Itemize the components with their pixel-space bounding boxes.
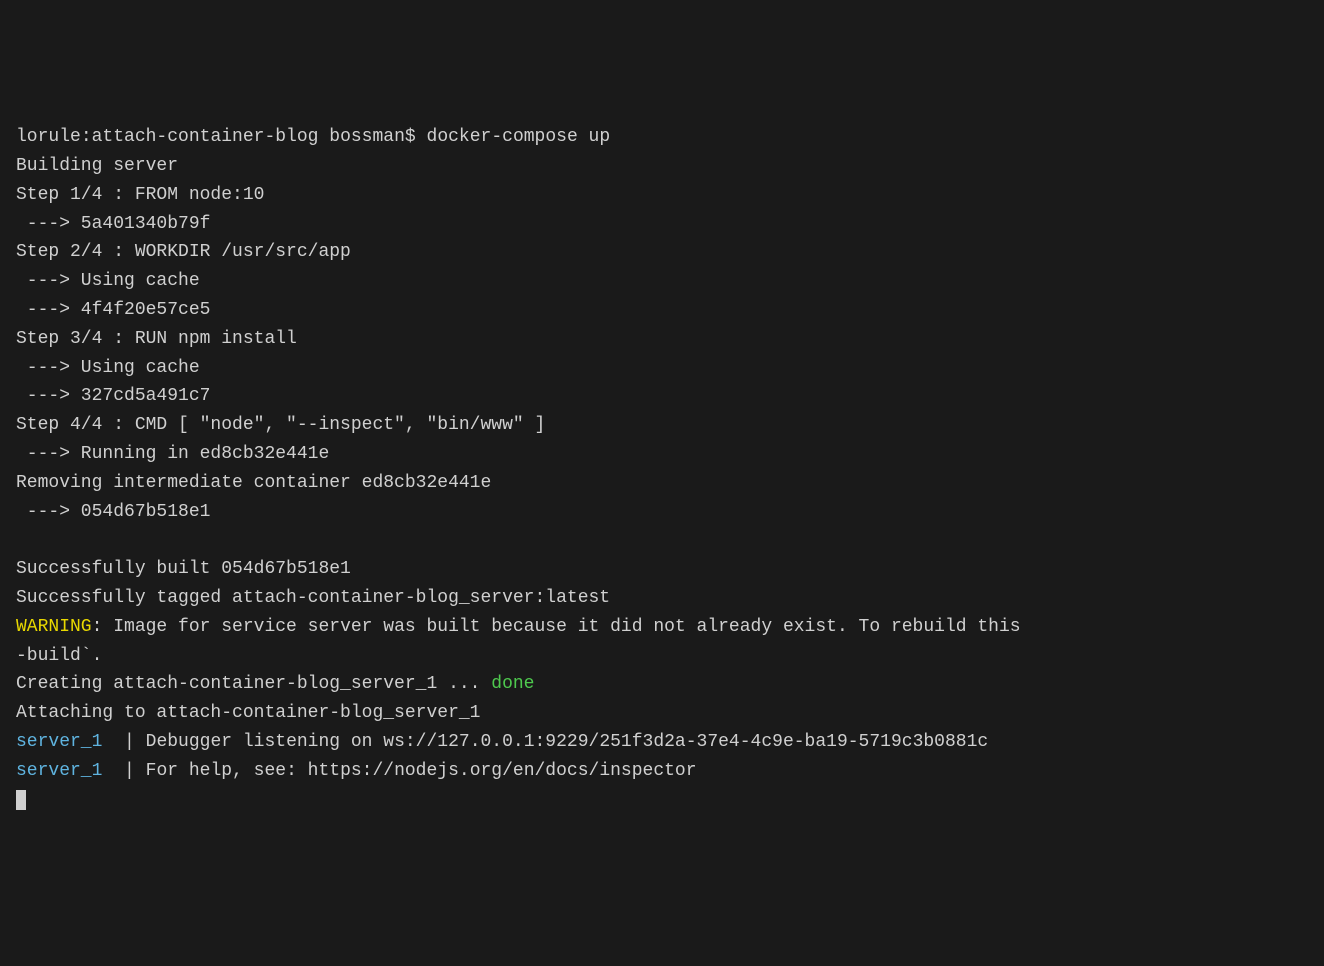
- warning-line: WARNING: Image for service server was bu…: [16, 613, 1308, 642]
- log-line-2: server_1 | For help, see: https://nodejs…: [16, 757, 1308, 786]
- prompt-symbol: $: [405, 127, 416, 147]
- log-separator: |: [102, 732, 145, 752]
- attaching-line: Attaching to attach-container-blog_serve…: [16, 699, 1308, 728]
- prompt-host: lorule: [16, 127, 81, 147]
- build-step-3: Step 3/4 : RUN npm install: [16, 325, 1308, 354]
- creating-status: done: [491, 674, 534, 694]
- prompt-line: lorule:attach-container-blog bossman$ do…: [16, 123, 1308, 152]
- build-step-3-result: ---> 327cd5a491c7: [16, 382, 1308, 411]
- log-message: For help, see: https://nodejs.org/en/doc…: [146, 761, 697, 781]
- service-label: server_1: [16, 732, 102, 752]
- build-step-2-result: ---> 4f4f20e57ce5: [16, 296, 1308, 325]
- warning-message: : Image for service server was built bec…: [92, 617, 1032, 637]
- build-step-2: Step 2/4 : WORKDIR /usr/src/app: [16, 238, 1308, 267]
- build-step-4: Step 4/4 : CMD [ "node", "--inspect", "b…: [16, 411, 1308, 440]
- prompt-path: attach-container-blog: [92, 127, 319, 147]
- warning-prefix: WARNING: [16, 617, 92, 637]
- prompt-user: bossman: [329, 127, 405, 147]
- creating-line: Creating attach-container-blog_server_1 …: [16, 670, 1308, 699]
- build-step-4-running: ---> Running in ed8cb32e441e: [16, 440, 1308, 469]
- success-built: Successfully built 054d67b518e1: [16, 555, 1308, 584]
- success-tagged: Successfully tagged attach-container-blo…: [16, 584, 1308, 613]
- warning-continuation: -build`.: [16, 642, 1308, 671]
- log-separator: |: [102, 761, 145, 781]
- build-step-1-result: ---> 5a401340b79f: [16, 210, 1308, 239]
- build-step-4-removing: Removing intermediate container ed8cb32e…: [16, 469, 1308, 498]
- build-step-1: Step 1/4 : FROM node:10: [16, 181, 1308, 210]
- build-step-2-cache: ---> Using cache: [16, 267, 1308, 296]
- blank-line: [16, 526, 1308, 555]
- terminal-output[interactable]: lorule:attach-container-blog bossman$ do…: [16, 123, 1308, 814]
- terminal-cursor: [16, 790, 26, 810]
- build-step-3-cache: ---> Using cache: [16, 354, 1308, 383]
- build-step-4-result: ---> 054d67b518e1: [16, 498, 1308, 527]
- log-line-1: server_1 | Debugger listening on ws://12…: [16, 728, 1308, 757]
- creating-prefix: Creating attach-container-blog_server_1 …: [16, 674, 491, 694]
- service-label: server_1: [16, 761, 102, 781]
- log-message: Debugger listening on ws://127.0.0.1:922…: [146, 732, 989, 752]
- build-header: Building server: [16, 152, 1308, 181]
- command-text: docker-compose up: [427, 127, 611, 147]
